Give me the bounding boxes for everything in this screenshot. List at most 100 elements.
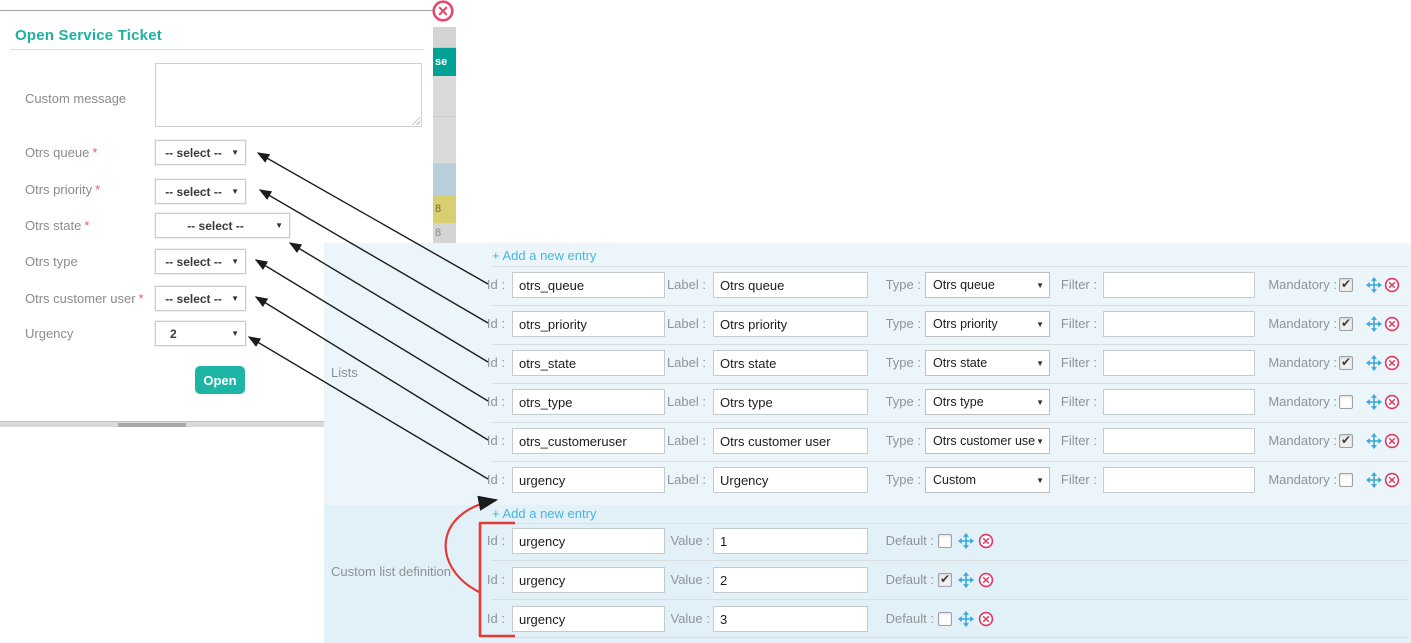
entry-type-select[interactable]: Custom▼ — [925, 467, 1050, 493]
delete-icon[interactable] — [1384, 394, 1400, 410]
row-separator — [492, 461, 1408, 462]
chevron-down-icon: ▼ — [231, 257, 239, 266]
add-entry-link-lists[interactable]: + Add a new entry — [492, 248, 596, 263]
entry-id-input[interactable] — [512, 311, 665, 337]
mandatory-checkbox[interactable] — [1339, 356, 1353, 370]
background-cell-yellow: 8 — [433, 196, 456, 223]
delete-icon[interactable] — [1384, 355, 1400, 371]
background-horizontal-scrollbar[interactable] — [0, 421, 327, 427]
background-table-header-fragment: se — [433, 48, 456, 76]
move-icon[interactable] — [1366, 433, 1382, 449]
entry-filter-input[interactable] — [1103, 389, 1255, 415]
row-separator — [492, 266, 1408, 267]
entry-filter-input[interactable] — [1103, 350, 1255, 376]
entry-id-input[interactable] — [512, 389, 665, 415]
close-icon[interactable] — [431, 0, 455, 23]
move-icon[interactable] — [958, 611, 974, 627]
delete-icon[interactable] — [1384, 277, 1400, 293]
move-icon[interactable] — [1366, 316, 1382, 332]
mandatory-checkbox[interactable] — [1339, 278, 1353, 292]
move-icon[interactable] — [958, 533, 974, 549]
entry-type-select[interactable]: Otrs customer user▼ — [925, 428, 1050, 454]
entry-id-input[interactable] — [512, 272, 665, 298]
list-entry-row: Id : Label : Type : Custom▼ Filter : Man… — [324, 467, 1411, 493]
custom-id-input[interactable] — [512, 528, 665, 554]
entry-type-select[interactable]: Otrs type▼ — [925, 389, 1050, 415]
default-checkbox[interactable] — [938, 534, 952, 548]
otrs-queue-select[interactable]: -- select -- ▼ — [155, 140, 246, 165]
move-icon[interactable] — [1366, 355, 1382, 371]
mandatory-checkbox[interactable] — [1339, 317, 1353, 331]
move-icon[interactable] — [1366, 277, 1382, 293]
entry-label-input[interactable] — [713, 272, 868, 298]
delete-icon[interactable] — [1384, 316, 1400, 332]
row-separator — [492, 637, 1408, 638]
entry-label-input[interactable] — [713, 467, 868, 493]
chevron-down-icon: ▼ — [1036, 359, 1044, 368]
row-separator — [492, 422, 1408, 423]
row-separator — [492, 523, 1408, 524]
urgency-label: Urgency — [25, 321, 73, 346]
add-entry-link-custom[interactable]: + Add a new entry — [492, 506, 596, 521]
urgency-select[interactable]: 2 ▼ — [155, 321, 246, 346]
otrs-queue-label: Otrs queue* — [25, 140, 97, 165]
background-cell — [433, 117, 456, 164]
entry-filter-input[interactable] — [1103, 428, 1255, 454]
background-table-fragment: se 8 8 — [433, 27, 456, 243]
entry-filter-input[interactable] — [1103, 272, 1255, 298]
default-checkbox[interactable] — [938, 573, 952, 587]
delete-icon[interactable] — [1384, 472, 1400, 488]
custom-message-label: Custom message — [25, 86, 126, 111]
delete-icon[interactable] — [978, 572, 994, 588]
custom-id-input[interactable] — [512, 567, 665, 593]
open-button[interactable]: Open — [195, 366, 245, 394]
entry-type-select[interactable]: Otrs queue▼ — [925, 272, 1050, 298]
otrs-priority-select[interactable]: -- select -- ▼ — [155, 179, 246, 204]
background-cell-gray: 8 — [433, 223, 456, 243]
screenshot-stage: se 8 8 Open Service Ticket Custom messag… — [0, 0, 1411, 643]
entry-label-input[interactable] — [713, 428, 868, 454]
otrs-type-select[interactable]: -- select -- ▼ — [155, 249, 246, 274]
entry-label-input[interactable] — [713, 311, 868, 337]
entry-filter-input[interactable] — [1103, 467, 1255, 493]
custom-message-textarea[interactable] — [155, 63, 422, 127]
list-entry-row: Id : Label : Type : Otrs queue▼ Filter :… — [324, 272, 1411, 298]
otrs-type-label: Otrs type — [25, 249, 78, 274]
otrs-customer-user-select[interactable]: -- select -- ▼ — [155, 286, 246, 311]
entry-id-input[interactable] — [512, 350, 665, 376]
list-entry-row: Id : Label : Type : Otrs type▼ Filter : … — [324, 389, 1411, 415]
chevron-down-icon: ▼ — [231, 329, 239, 338]
chevron-down-icon: ▼ — [275, 221, 283, 230]
list-entry-row: Id : Label : Type : Otrs customer user▼ … — [324, 428, 1411, 454]
delete-icon[interactable] — [1384, 433, 1400, 449]
move-icon[interactable] — [958, 572, 974, 588]
move-icon[interactable] — [1366, 394, 1382, 410]
otrs-state-select[interactable]: -- select -- ▼ — [155, 213, 290, 238]
entry-filter-input[interactable] — [1103, 311, 1255, 337]
rules-config-panel: Lists Custom list definition + Add a new… — [324, 243, 1411, 643]
mandatory-checkbox[interactable] — [1339, 434, 1353, 448]
default-checkbox[interactable] — [938, 612, 952, 626]
delete-icon[interactable] — [978, 533, 994, 549]
modal-title: Open Service Ticket — [15, 27, 162, 44]
entry-label-input[interactable] — [713, 389, 868, 415]
otrs-state-label: Otrs state* — [25, 213, 89, 238]
entry-id-input[interactable] — [512, 467, 665, 493]
chevron-down-icon: ▼ — [1036, 320, 1044, 329]
chevron-down-icon: ▼ — [1036, 398, 1044, 407]
mandatory-checkbox[interactable] — [1339, 395, 1353, 409]
custom-id-input[interactable] — [512, 606, 665, 632]
custom-list-row: Id : Value : Default : — [324, 567, 1411, 593]
entry-type-select[interactable]: Otrs state▼ — [925, 350, 1050, 376]
entry-id-input[interactable] — [512, 428, 665, 454]
entry-label-input[interactable] — [713, 350, 868, 376]
scrollbar-thumb[interactable] — [118, 423, 186, 427]
move-icon[interactable] — [1366, 472, 1382, 488]
row-separator — [492, 599, 1408, 600]
otrs-customer-user-label: Otrs customer user* — [25, 286, 144, 311]
entry-type-select[interactable]: Otrs priority▼ — [925, 311, 1050, 337]
mandatory-checkbox[interactable] — [1339, 473, 1353, 487]
custom-list-row: Id : Value : Default : — [324, 606, 1411, 632]
background-cell — [433, 164, 456, 196]
delete-icon[interactable] — [978, 611, 994, 627]
